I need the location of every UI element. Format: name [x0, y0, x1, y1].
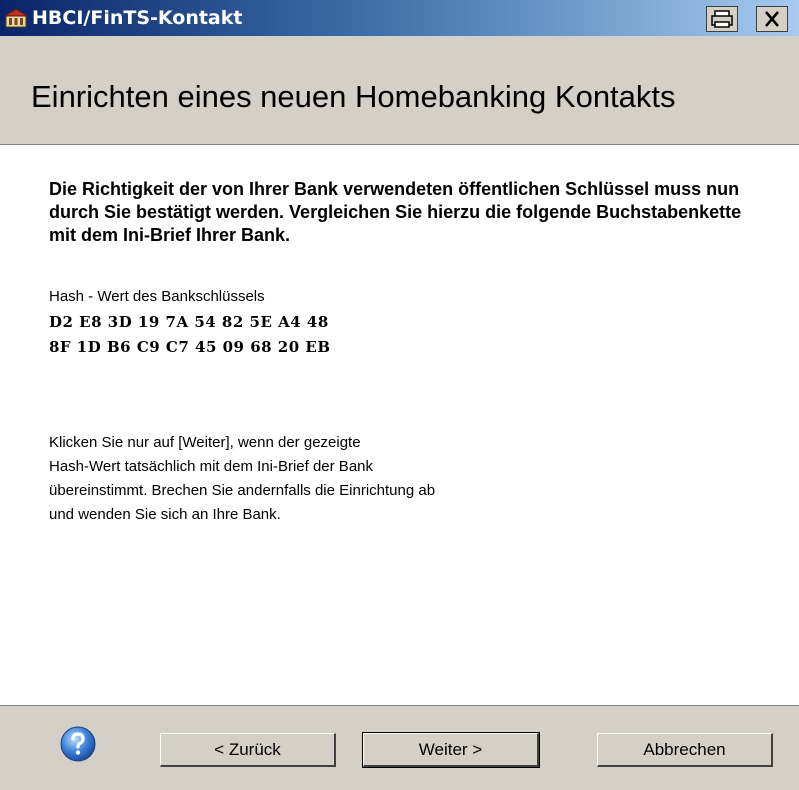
close-icon[interactable] — [756, 6, 788, 32]
dialog-window: HBCI/FinTS-Kontakt Einrichten eines neue… — [0, 0, 799, 790]
print-icon[interactable] — [706, 6, 738, 32]
page-title: Einrichten eines neuen Homebanking Konta… — [31, 79, 676, 114]
window-title: HBCI/FinTS-Kontakt — [32, 7, 243, 29]
hash-label: Hash - Wert des Bankschlüssels — [49, 288, 265, 305]
button-bar: < Zurück Weiter > Abbrechen — [0, 705, 799, 790]
back-button[interactable]: < Zurück — [160, 733, 336, 767]
cancel-button[interactable]: Abbrechen — [597, 733, 773, 767]
instruction-line: Klicken Sie nur auf [Weiter], wenn der g… — [49, 434, 361, 451]
wizard-content: Die Richtigkeit der von Ihrer Bank verwe… — [0, 145, 799, 705]
instruction-line: Hash-Wert tatsächlich mit dem Ini-Brief … — [49, 458, 374, 475]
intro-text: Die Richtigkeit der von Ihrer Bank verwe… — [49, 179, 742, 245]
help-icon[interactable] — [59, 725, 97, 763]
hash-value-line: D2 E8 3D 19 7A 54 82 5E A4 48 — [49, 313, 329, 331]
title-bar[interactable]: HBCI/FinTS-Kontakt — [0, 0, 799, 36]
app-icon — [3, 8, 29, 28]
hash-value-line: 8F 1D B6 C9 C7 45 09 68 20 EB — [49, 338, 331, 356]
instruction-line: übereinstimmt. Brechen Sie andernfalls d… — [49, 482, 436, 499]
instruction-line: und wenden Sie sich an Ihre Bank. — [49, 506, 281, 523]
next-button[interactable]: Weiter > — [362, 732, 540, 768]
wizard-header: Einrichten eines neuen Homebanking Konta… — [0, 36, 799, 145]
